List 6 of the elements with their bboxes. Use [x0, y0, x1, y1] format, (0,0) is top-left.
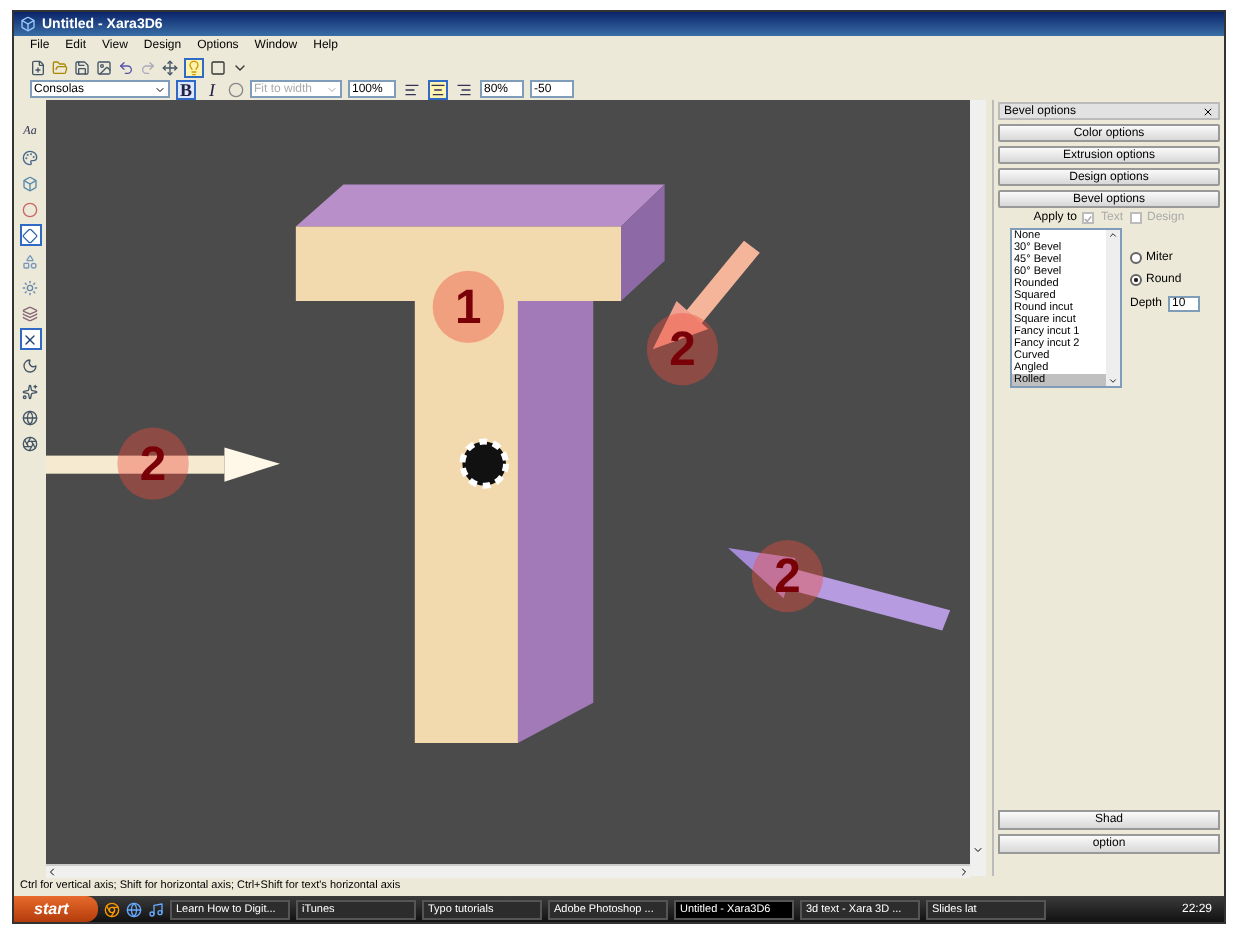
marker-number: 2 — [774, 549, 801, 605]
marker-number: 1 — [455, 280, 482, 336]
italic-button[interactable]: I — [202, 79, 222, 99]
start-button[interactable]: start — [14, 896, 98, 922]
bold-button[interactable]: B — [176, 79, 196, 99]
marker-number: 2 — [669, 322, 696, 378]
